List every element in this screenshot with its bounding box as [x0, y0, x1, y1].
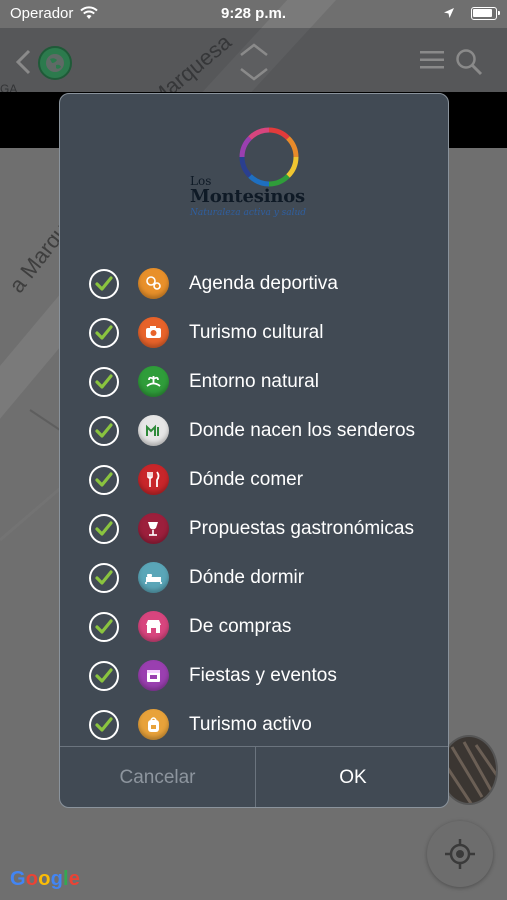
up-down-arrows-icon[interactable] — [238, 42, 270, 82]
category-label: Dónde comer — [189, 469, 304, 490]
status-time: 9:28 p.m. — [220, 5, 287, 22]
category-label: Fiestas y eventos — [189, 665, 337, 686]
category-row[interactable]: Donde nacen los senderos — [60, 406, 448, 455]
logo-text-name: Montesinos — [190, 186, 305, 207]
checkmark-icon[interactable] — [89, 710, 119, 740]
checkmark-icon[interactable] — [89, 318, 119, 348]
camera-icon — [138, 317, 169, 348]
back-chevron-icon[interactable] — [14, 48, 32, 76]
battery-icon — [471, 7, 500, 20]
category-row[interactable]: Agenda deportiva — [60, 259, 448, 308]
trail-icon — [138, 415, 169, 446]
category-label: Turismo cultural — [189, 322, 324, 343]
shop-icon — [138, 611, 169, 642]
checkmark-icon[interactable] — [89, 661, 119, 691]
category-label: Turismo activo — [189, 714, 312, 735]
category-label: Entorno natural — [189, 371, 319, 392]
checkmark-icon[interactable] — [89, 367, 119, 397]
checkmark-icon[interactable] — [89, 269, 119, 299]
logo-ring-icon — [239, 127, 299, 187]
category-row[interactable]: Entorno natural — [60, 357, 448, 406]
category-label: Propuestas gastronómicas — [189, 518, 414, 539]
cancel-button[interactable]: Cancelar — [60, 747, 255, 807]
category-list: Agenda deportiva Turismo cultural Entorno … — [60, 259, 448, 749]
nature-icon — [138, 366, 169, 397]
category-row[interactable]: Turismo cultural — [60, 308, 448, 357]
category-filter-dialog: Los Montesinos Naturaleza activa y salud… — [59, 93, 449, 808]
category-label: Agenda deportiva — [189, 273, 338, 294]
ok-button[interactable]: OK — [255, 747, 448, 807]
sports-agenda-icon — [138, 268, 169, 299]
category-label: De compras — [189, 616, 292, 637]
search-icon[interactable] — [455, 48, 483, 76]
category-row[interactable]: De compras — [60, 602, 448, 651]
category-row[interactable]: Turismo activo — [60, 700, 448, 749]
dialog-footer: Cancelar OK — [60, 746, 448, 807]
checkmark-icon[interactable] — [89, 416, 119, 446]
backpack-icon — [138, 709, 169, 740]
category-label: Donde nacen los senderos — [189, 420, 416, 441]
wine-glass-icon — [138, 513, 169, 544]
globe-icon[interactable] — [38, 46, 72, 80]
my-location-button[interactable] — [427, 821, 493, 887]
checkmark-icon[interactable] — [89, 612, 119, 642]
logo-tagline: Naturaleza activa y salud — [190, 208, 307, 218]
category-row[interactable]: Propuestas gastronómicas — [60, 504, 448, 553]
fork-knife-icon — [138, 464, 169, 495]
category-row[interactable]: Dónde dormir — [60, 553, 448, 602]
location-arrow-icon — [444, 8, 454, 18]
calendar-icon — [138, 660, 169, 691]
google-logo-text: Google — [10, 868, 81, 890]
checkmark-icon[interactable] — [89, 465, 119, 495]
checkmark-icon[interactable] — [89, 514, 119, 544]
los-montesinos-logo: Los Montesinos Naturaleza activa y salud — [180, 126, 330, 226]
menu-icon[interactable] — [420, 50, 444, 70]
bed-icon — [138, 562, 169, 593]
category-row[interactable]: Fiestas y eventos — [60, 651, 448, 700]
checkmark-icon[interactable] — [89, 563, 119, 593]
nav-bar — [0, 28, 507, 92]
google-logo: Google — [10, 868, 80, 891]
crosshair-icon — [445, 839, 475, 869]
category-label: Dónde dormir — [189, 567, 305, 588]
category-row[interactable]: Dónde comer — [60, 455, 448, 504]
status-bar: Operador 9:28 p.m. — [0, 0, 507, 28]
